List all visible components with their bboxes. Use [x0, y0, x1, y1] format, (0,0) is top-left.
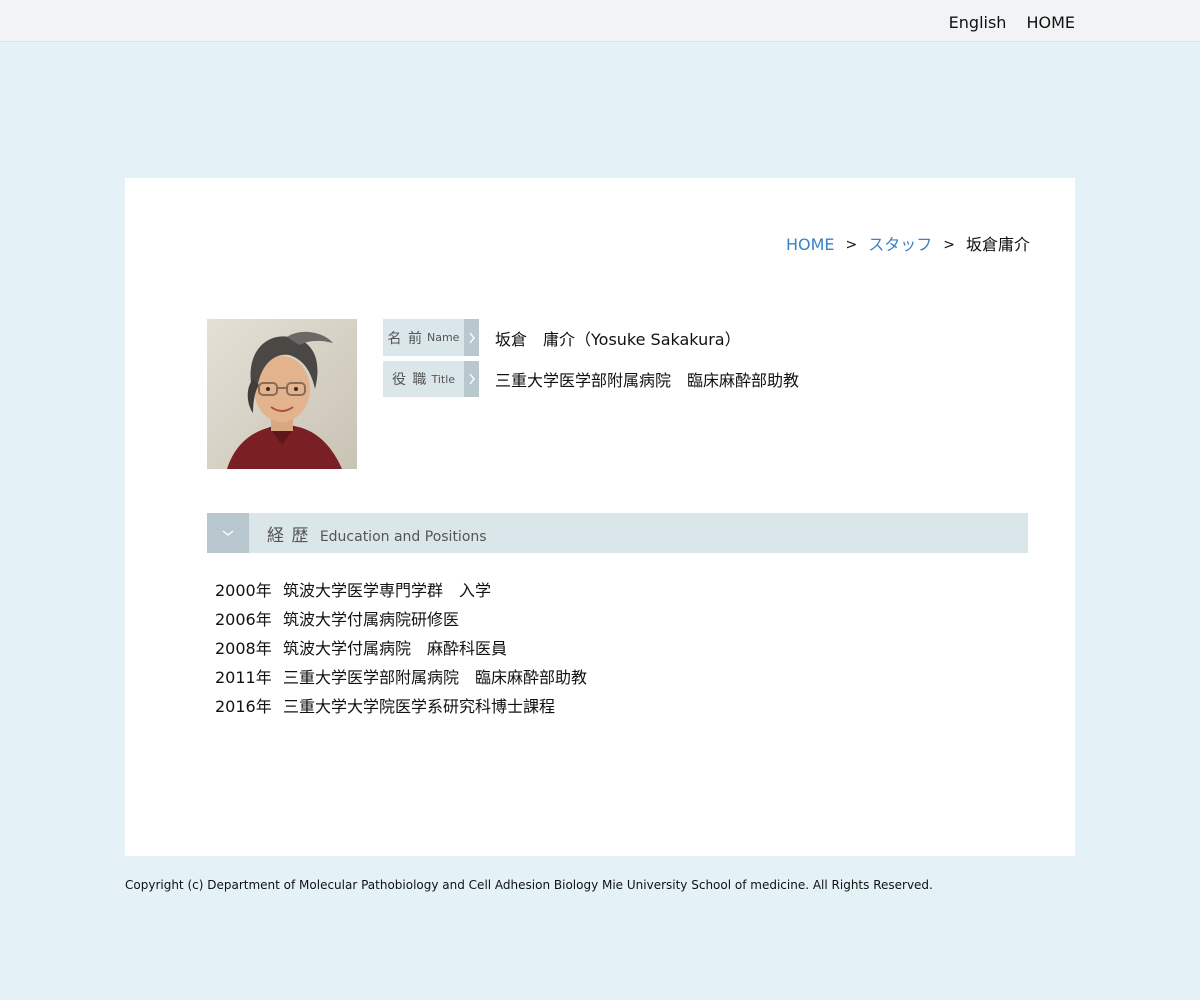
history-item: 2011年 三重大学医学部附属病院 臨床麻酔部助教	[215, 663, 587, 692]
breadcrumb-staff-link[interactable]: スタッフ	[868, 234, 932, 256]
chevron-right-icon	[464, 319, 479, 356]
name-label-ja: 名 前	[387, 330, 423, 347]
title-label-en: Title	[431, 372, 456, 386]
history-year: 2008年	[215, 639, 272, 658]
profile-title-row: 役 職 Title 三重大学医学部附属病院 臨床麻酔部助教	[383, 361, 799, 397]
history-text: 三重大学大学院医学系研究科博士課程	[283, 697, 556, 716]
name-value: 坂倉 庸介（Yosuke Sakakura）	[495, 329, 741, 349]
history-year: 2016年	[215, 697, 272, 716]
breadcrumb-home-link[interactable]: HOME	[786, 234, 835, 256]
history-text: 筑波大学付属病院研修医	[283, 610, 460, 629]
history-year: 2000年	[215, 581, 272, 600]
home-link[interactable]: HOME	[1026, 12, 1075, 34]
history-item: 2016年 三重大学大学院医学系研究科博士課程	[215, 692, 587, 721]
history-text: 筑波大学付属病院 麻酔科医員	[283, 639, 508, 658]
profile-photo	[207, 319, 357, 469]
section-title-en: Education and Positions	[319, 528, 487, 545]
section-title-ja: 経 歴	[267, 525, 310, 546]
history-item: 2006年 筑波大学付属病院研修医	[215, 605, 587, 634]
title-label-ja: 役 職	[391, 372, 428, 388]
title-label: 役 職 Title	[383, 361, 464, 397]
history-year: 2006年	[215, 610, 272, 629]
history-list: 2000年 筑波大学医学専門学群 入学 2006年 筑波大学付属病院研修医 2008…	[215, 576, 587, 721]
history-item: 2008年 筑波大学付属病院 麻酔科医員	[215, 634, 587, 663]
title-value: 三重大学医学部附属病院 臨床麻酔部助教	[495, 371, 800, 390]
history-text: 筑波大学医学専門学群 入学	[283, 581, 492, 600]
breadcrumb-separator: >	[943, 237, 955, 253]
history-year: 2011年	[215, 668, 272, 687]
top-bar: English HOME	[0, 0, 1200, 42]
chevron-down-icon[interactable]	[207, 513, 249, 553]
footer-copyright: Copyright (c) Department of Molecular Pa…	[125, 878, 933, 892]
history-text: 三重大学医学部附属病院 臨床麻酔部助教	[283, 668, 588, 687]
section-title: 経 歴 Education and Positions	[267, 521, 487, 546]
name-label: 名 前 Name	[383, 319, 464, 356]
english-link[interactable]: English	[949, 12, 1007, 34]
breadcrumb-separator: >	[845, 237, 858, 253]
chevron-right-icon	[464, 361, 479, 397]
top-nav: English HOME	[949, 12, 1075, 34]
content-card: HOME > スタッフ > 坂倉庸介 名 前 Name 坂倉 庸介（Yosuke…	[125, 178, 1075, 856]
name-label-en: Name	[427, 331, 460, 344]
breadcrumb-current: 坂倉庸介	[965, 235, 1030, 254]
education-section-header[interactable]: 経 歴 Education and Positions	[207, 513, 1028, 553]
breadcrumb: HOME > スタッフ > 坂倉庸介	[786, 234, 1030, 256]
history-item: 2000年 筑波大学医学専門学群 入学	[215, 576, 587, 605]
profile-name-row: 名 前 Name 坂倉 庸介（Yosuke Sakakura）	[383, 319, 741, 356]
